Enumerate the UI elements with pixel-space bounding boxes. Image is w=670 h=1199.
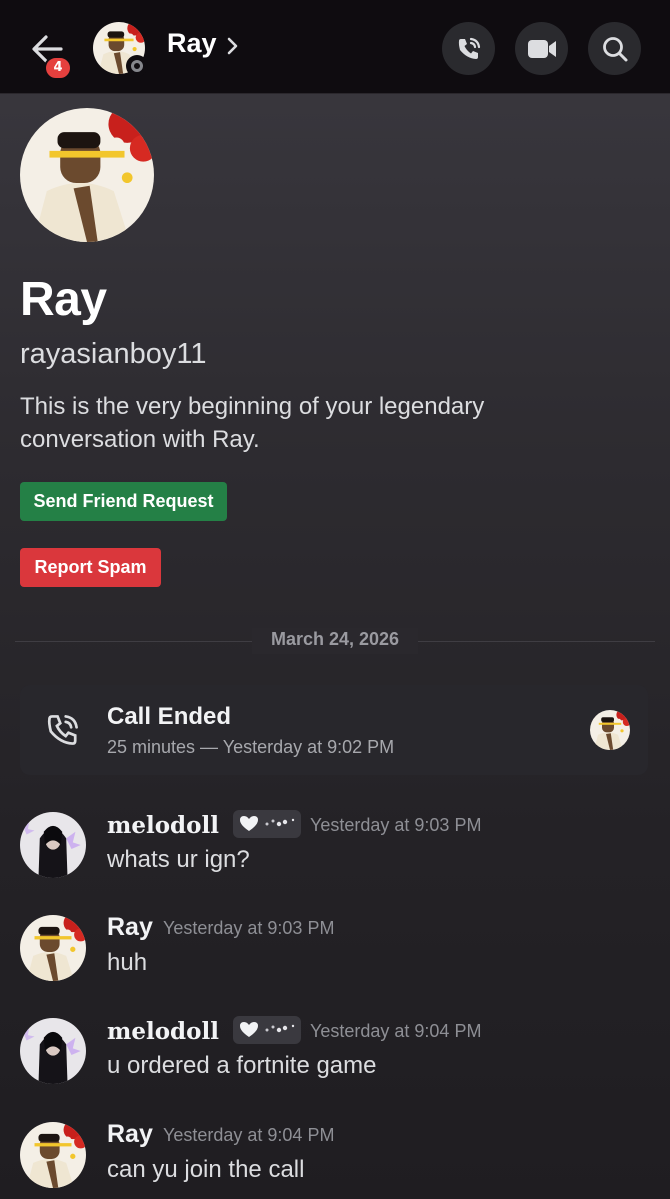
- date-divider-label: March 24, 2026: [270, 629, 400, 649]
- message-author[interactable]: melodoll: [107, 1018, 219, 1045]
- avatar[interactable]: [20, 915, 86, 981]
- message-item[interactable]: Ray Yesterday at 9:03 PM huh: [0, 913, 670, 1005]
- avatar[interactable]: [20, 812, 86, 878]
- profile-username: rayasianboy11: [20, 338, 207, 370]
- message-timestamp: Yesterday at 9:03 PM: [163, 918, 335, 938]
- message-text: u ordered a fortnite game: [107, 1052, 377, 1079]
- message-text: can yu join the call: [107, 1156, 305, 1183]
- call-participant-avatar: [590, 710, 630, 750]
- call-title: Call Ended: [107, 703, 232, 730]
- send-friend-request-button[interactable]: Send Friend Request: [20, 482, 227, 521]
- video-call-button[interactable]: [515, 22, 568, 75]
- message-text: whats ur ign?: [107, 846, 250, 873]
- header-title[interactable]: Ray: [167, 28, 217, 59]
- avatar[interactable]: [20, 1018, 86, 1084]
- header-bar: 4 Ray: [0, 0, 670, 94]
- chevron-right-icon[interactable]: [226, 36, 240, 56]
- message-timestamp: Yesterday at 9:04 PM: [310, 1021, 482, 1041]
- message-author[interactable]: melodoll: [107, 812, 219, 839]
- offline-status-icon: [126, 55, 148, 77]
- message-item[interactable]: melodoll Yesterday at 9:03 PM whats ur i…: [0, 810, 670, 902]
- search-button[interactable]: [588, 22, 641, 75]
- message-item[interactable]: Ray Yesterday at 9:04 PM can yu join the…: [0, 1120, 670, 1199]
- conversation-intro-text: This is the very beginning of your legen…: [20, 393, 485, 453]
- message-author[interactable]: Ray: [107, 913, 153, 942]
- message-item[interactable]: melodoll Yesterday at 9:04 PM u ordered …: [0, 1016, 670, 1108]
- clan-tag-badge[interactable]: [233, 1016, 301, 1044]
- heart-icon: [240, 1022, 295, 1037]
- avatar[interactable]: [20, 1122, 86, 1188]
- call-subtitle: 25 minutes — Yesterday at 9:02 PM: [107, 737, 395, 757]
- report-spam-button[interactable]: Report Spam: [20, 548, 161, 587]
- phone-call-icon: [458, 37, 480, 59]
- heart-icon: [240, 816, 295, 831]
- profile-avatar[interactable]: [20, 108, 154, 242]
- clan-tag-badge[interactable]: [233, 810, 301, 838]
- message-timestamp: Yesterday at 9:03 PM: [310, 815, 482, 835]
- call-ended-card[interactable]: Call Ended 25 minutes — Yesterday at 9:0…: [20, 685, 648, 775]
- message-text: huh: [107, 949, 148, 976]
- message-author[interactable]: Ray: [107, 1120, 153, 1149]
- message-timestamp: Yesterday at 9:04 PM: [163, 1125, 335, 1145]
- voice-call-button[interactable]: [442, 22, 495, 75]
- profile-display-name: Ray: [20, 273, 107, 326]
- phone-call-icon: [47, 715, 78, 745]
- video-camera-icon: [527, 39, 556, 58]
- search-icon: [602, 36, 627, 61]
- unread-badge: 4: [44, 56, 72, 80]
